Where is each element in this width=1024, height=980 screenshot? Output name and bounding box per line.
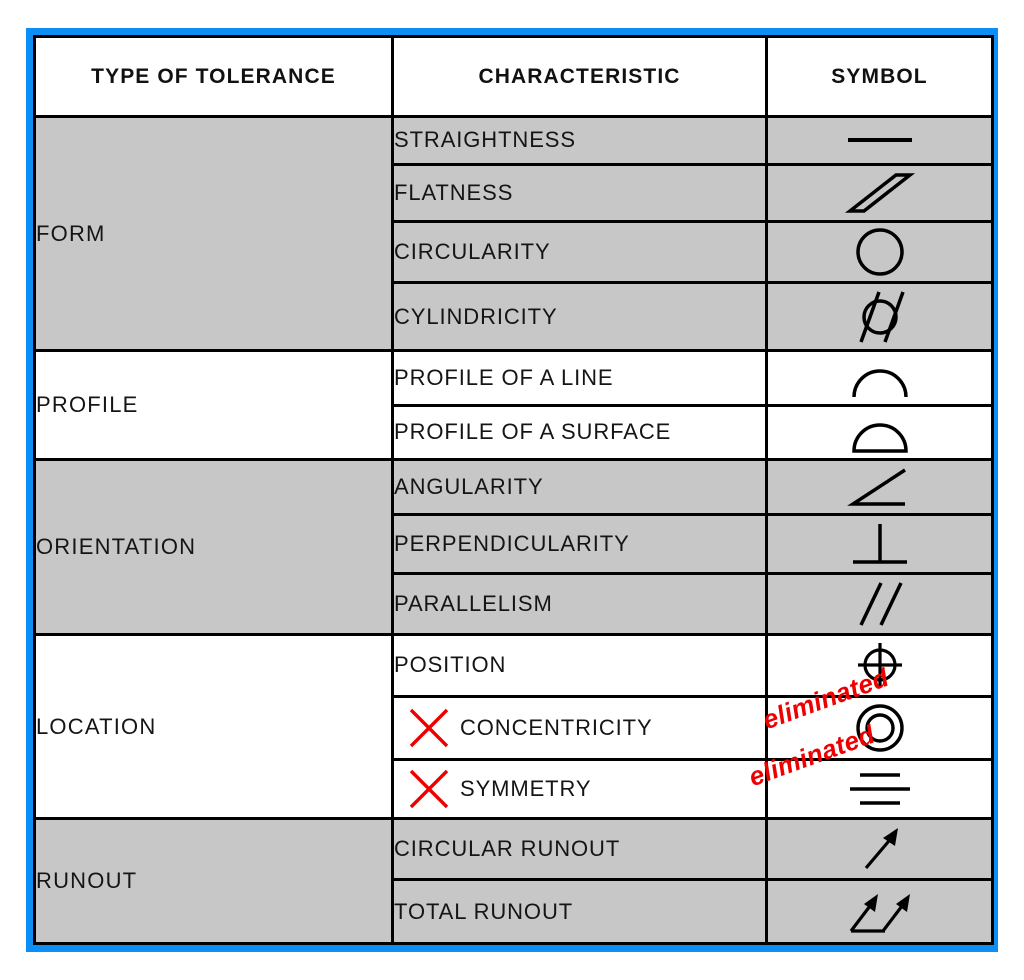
characteristic-circularity: CIRCULARITY (391, 219, 768, 285)
concentricity-icon: eliminated (759, 661, 991, 759)
group-label-orientation: ORIENTATION (33, 458, 394, 637)
group-label-profile: PROFILE (33, 349, 394, 462)
gdt-tolerance-table-page: TYPE OF TOLERANCE CHARACTERISTIC SYMBOL … (0, 0, 1024, 980)
characteristic-straightness: STRAIGHTNESS (391, 115, 768, 166)
eliminated-x-icon (409, 708, 449, 747)
characteristic-profile-of-a-surface: PROFILE OF A SURFACE (391, 403, 768, 462)
symbol-cell-position (765, 633, 994, 698)
table-row: RUNOUT CIRCULAR RUNOUT (33, 817, 994, 945)
symbol-cell-profile-of-a-line (765, 349, 994, 407)
symbol-cell-cylindricity (765, 281, 994, 353)
perpendicularity-icon (768, 516, 991, 572)
characteristic-parallelism: PARALLELISM (391, 571, 768, 637)
symbol-cell-circularity (765, 219, 994, 285)
straightness-icon (768, 118, 991, 163)
table-header: TYPE OF TOLERANCE CHARACTERISTIC SYMBOL (33, 35, 994, 118)
characteristic-flatness: FLATNESS (391, 162, 768, 223)
parallelism-icon (768, 575, 991, 633)
group-label-form: FORM (33, 114, 394, 353)
total-runout-icon (768, 881, 991, 942)
characteristic-circular-runout: CIRCULAR RUNOUT (391, 817, 768, 882)
profile-of-a-surface-icon (768, 407, 991, 459)
header-row: TYPE OF TOLERANCE CHARACTERISTIC SYMBOL (33, 35, 994, 118)
symbol-cell-profile-of-a-surface (765, 403, 994, 462)
angularity-icon (768, 461, 991, 513)
profile-of-a-line-icon (768, 352, 991, 404)
characteristic-total-runout: TOTAL RUNOUT (391, 878, 768, 945)
characteristic-symmetry: SYMMETRY (391, 758, 768, 821)
characteristic-perpendicularity: PERPENDICULARITY (391, 512, 768, 575)
flatness-icon (768, 166, 991, 220)
gdt-tolerance-table: TYPE OF TOLERANCE CHARACTERISTIC SYMBOL … (33, 35, 994, 945)
header-symbol: SYMBOL (765, 35, 994, 118)
table-row: LOCATION POSITION (33, 633, 994, 821)
symmetry-icon: eliminated (745, 719, 991, 817)
eliminated-x-icon (409, 769, 449, 809)
characteristic-label: CONCENTRICITY (460, 714, 653, 740)
characteristic-profile-of-a-line: PROFILE OF A LINE (391, 349, 768, 407)
symbol-cell-angularity (765, 458, 994, 516)
position-icon (768, 636, 991, 694)
symbol-cell-circular-runout (765, 817, 994, 882)
table-row: ORIENTATION ANGULARITY (33, 458, 994, 637)
circularity-icon (768, 223, 991, 281)
header-type-of-tolerance: TYPE OF TOLERANCE (33, 35, 394, 118)
symbol-cell-parallelism (765, 571, 994, 637)
table-body: FORM STRAIGHTNESS FLATNESS CIRCULARITY C… (33, 114, 994, 945)
characteristic-position: POSITION (391, 633, 768, 698)
group-label-runout: RUNOUT (33, 817, 394, 945)
characteristic-label: SYMMETRY (460, 776, 592, 802)
characteristic-concentricity: CONCENTRICITY (391, 694, 768, 762)
header-characteristic: CHARACTERISTIC (391, 35, 768, 118)
symbol-cell-total-runout (765, 878, 994, 945)
characteristic-cylindricity: CYLINDRICITY (391, 281, 768, 353)
symbol-cell-straightness (765, 115, 994, 166)
symbol-cell-concentricity: eliminated (759, 661, 994, 762)
symbol-cell-perpendicularity (765, 512, 994, 575)
table-row: PROFILE PROFILE OF A LINE (33, 349, 994, 462)
group-label-location: LOCATION (33, 633, 394, 821)
table-row: FORM STRAIGHTNESS (33, 114, 994, 353)
symbol-cell-flatness (765, 162, 994, 223)
table-blue-frame: TYPE OF TOLERANCE CHARACTERISTIC SYMBOL … (26, 28, 998, 952)
cylindricity-icon (768, 284, 991, 349)
symbol-cell-symmetry: eliminated (745, 719, 994, 821)
circular-runout-icon (768, 820, 991, 878)
characteristic-angularity: ANGULARITY (391, 458, 768, 516)
